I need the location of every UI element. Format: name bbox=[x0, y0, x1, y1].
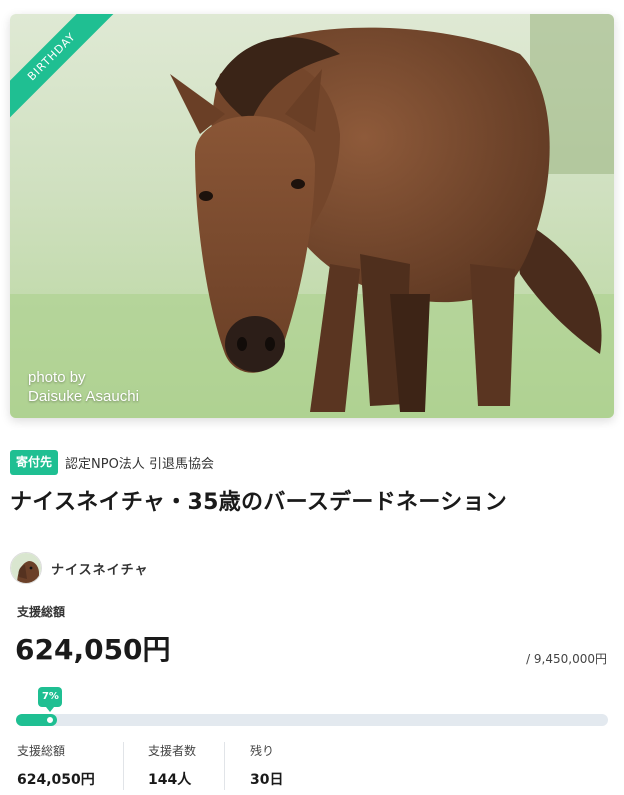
total-amount: 624,050円 bbox=[15, 633, 171, 666]
progress-bar bbox=[16, 714, 608, 726]
horse-avatar-icon bbox=[11, 553, 41, 583]
stat-value: 144人 bbox=[148, 772, 192, 788]
birthday-ribbon-label: BIRTHDAY bbox=[10, 14, 118, 123]
progress-percent-badge: 7% bbox=[38, 687, 63, 712]
stat-supporters: 支援者数 144人 bbox=[148, 742, 196, 792]
divider bbox=[123, 742, 124, 790]
project-owner[interactable]: ナイスネイチャ bbox=[10, 552, 148, 584]
total-label: 支援総額 bbox=[17, 605, 66, 619]
hero-image: BIRTHDAY photo by Daisuke Asauchi bbox=[10, 14, 614, 418]
stats-row: 支援総額 624,050円 支援者数 144人 残り 30日 bbox=[0, 742, 624, 792]
project-title: ナイスネイチャ・35歳のバースデードネーション bbox=[10, 490, 508, 515]
stat-label: 支援者数 bbox=[148, 744, 197, 758]
stat-total: 支援総額 624,050円 bbox=[17, 742, 95, 792]
photo-credit-line2: Daisuke Asauchi bbox=[28, 388, 139, 405]
birthday-ribbon: BIRTHDAY bbox=[10, 14, 130, 134]
photo-credit: photo by Daisuke Asauchi bbox=[28, 368, 139, 406]
stat-value: 30日 bbox=[250, 772, 284, 788]
beneficiary-row: 寄付先 認定NPO法人 引退馬協会 bbox=[10, 450, 214, 475]
stat-remaining: 残り 30日 bbox=[250, 742, 283, 792]
stat-label: 残り bbox=[250, 744, 275, 758]
avatar bbox=[10, 552, 42, 584]
divider bbox=[224, 742, 225, 790]
owner-name: ナイスネイチャ bbox=[51, 562, 149, 578]
beneficiary-tag: 寄付先 bbox=[10, 450, 59, 475]
goal-amount: / 9,450,000円 bbox=[526, 652, 607, 666]
beneficiary-org-link[interactable]: 認定NPO法人 引退馬協会 bbox=[65, 453, 214, 472]
stat-value: 624,050円 bbox=[17, 772, 95, 788]
photo-credit-line1: photo by bbox=[28, 369, 86, 386]
stat-label: 支援総額 bbox=[17, 744, 66, 758]
